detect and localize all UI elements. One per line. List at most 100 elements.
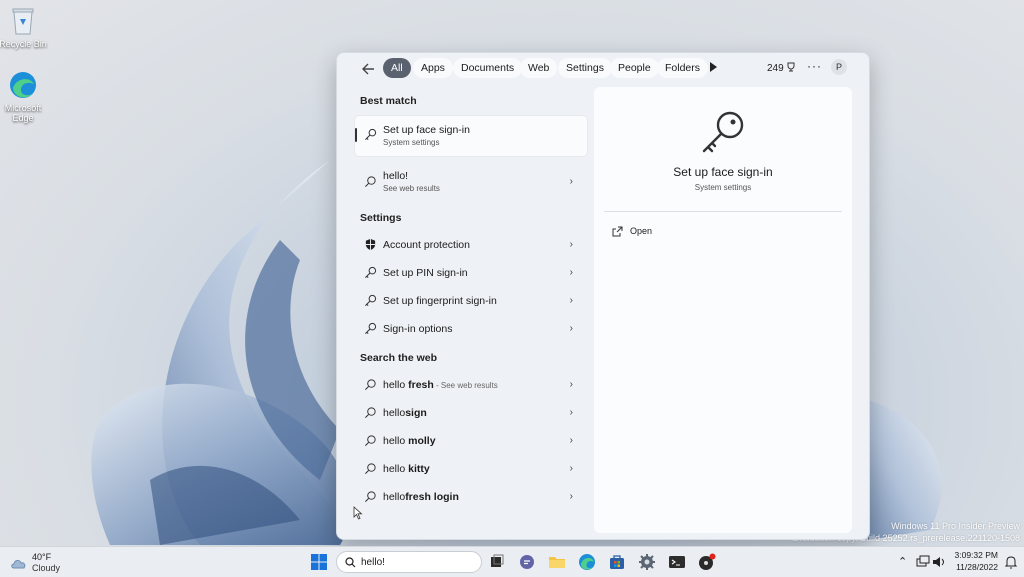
preview-divider <box>604 211 842 212</box>
search-icon <box>365 435 376 446</box>
suggestion-text: hello molly <box>383 435 436 447</box>
tab-people[interactable]: People <box>610 58 659 78</box>
desktop-edge[interactable]: Microsoft Edge <box>0 70 49 123</box>
chevron-right-icon: › <box>569 435 573 446</box>
result-best-match[interactable]: Set up face sign-in System settings <box>355 116 587 156</box>
key-icon <box>365 322 377 334</box>
tab-apps[interactable]: Apps <box>413 58 453 78</box>
chevron-right-icon: › <box>569 295 573 306</box>
web-suggestion[interactable]: hello kitty › <box>355 455 587 481</box>
search-icon <box>365 463 376 474</box>
desktop-recycle-bin[interactable]: Recycle Bin <box>0 6 49 49</box>
result-fingerprint-sign-in[interactable]: Set up fingerprint sign-in › <box>355 287 587 313</box>
web-suggestion[interactable]: hellosign › <box>355 399 587 425</box>
teams-chat-icon[interactable] <box>518 553 536 571</box>
volume-icon[interactable] <box>932 553 946 571</box>
best-match-title: Set up face sign-in <box>383 124 470 136</box>
rewards-points[interactable]: 249 <box>767 62 796 74</box>
settings-heading: Settings <box>360 212 402 224</box>
web-suggestion[interactable]: hello molly › <box>355 427 587 453</box>
key-icon <box>365 294 377 306</box>
taskbar: 40°F Cloudy hello! ⌃ 3:09:32 PM 11/28/20… <box>0 546 1024 577</box>
key-icon <box>365 128 377 140</box>
chevron-right-icon: › <box>569 463 573 474</box>
chevron-right-icon: › <box>569 176 573 187</box>
file-explorer-icon[interactable] <box>548 553 566 571</box>
terminal-icon[interactable] <box>668 553 686 571</box>
chevron-right-icon: › <box>569 407 573 418</box>
chevron-right-icon: › <box>569 323 573 334</box>
recycle-bin-label: Recycle Bin <box>0 39 47 49</box>
recycle-bin-icon <box>12 8 34 35</box>
chevron-right-icon: › <box>569 491 573 502</box>
more-options-button[interactable]: ··· <box>807 59 822 73</box>
weather-widget[interactable]: 40°F Cloudy <box>10 551 80 575</box>
suggestion-text: hello fresh - See web results <box>383 379 498 391</box>
task-view-icon[interactable] <box>488 553 506 571</box>
cloud-icon <box>11 560 26 569</box>
weather-temp: 40°F <box>32 552 52 562</box>
store-icon[interactable] <box>608 553 626 571</box>
best-match-subtitle: System settings <box>383 138 440 147</box>
suggestion-text: hellofresh login <box>383 491 459 503</box>
windows-start-icon[interactable] <box>310 553 328 571</box>
search-icon <box>365 491 376 502</box>
suggestion-text: hello kitty <box>383 463 430 475</box>
web-suggestion[interactable]: hello fresh - See web results › <box>355 371 587 397</box>
setting-label: Sign-in options <box>383 323 453 335</box>
taskbar-search-input[interactable]: hello! <box>336 551 482 573</box>
result-pin-sign-in[interactable]: Set up PIN sign-in › <box>355 259 587 285</box>
tab-web[interactable]: Web <box>520 58 558 78</box>
media-app-icon[interactable] <box>698 553 716 571</box>
chevron-right-icon: › <box>569 379 573 390</box>
edge-icon <box>10 72 36 98</box>
edge-label: Microsoft Edge <box>4 103 42 123</box>
clock-date: 11/28/2022 <box>956 562 998 572</box>
settings-gear-icon[interactable] <box>638 553 656 571</box>
clock-time: 3:09:32 PM <box>954 550 998 560</box>
web-result-subtitle: See web results <box>383 184 440 193</box>
web-suggestion[interactable]: hellofresh login › <box>355 483 587 509</box>
search-icon <box>345 557 356 568</box>
back-arrow-icon[interactable] <box>359 59 379 79</box>
selection-indicator <box>355 128 357 142</box>
key-icon <box>702 111 744 153</box>
preview-title: Set up face sign-in <box>673 165 773 179</box>
result-web-hello[interactable]: hello! See web results › <box>355 165 587 199</box>
key-icon <box>365 266 377 278</box>
mouse-cursor <box>353 506 363 520</box>
tab-settings[interactable]: Settings <box>558 58 612 78</box>
result-sign-in-options[interactable]: Sign-in options › <box>355 315 587 341</box>
trophy-icon <box>787 62 795 72</box>
result-account-protection[interactable]: Account protection › <box>355 231 587 257</box>
setting-label: Set up fingerprint sign-in <box>383 295 497 307</box>
search-icon <box>365 176 376 187</box>
tab-folders[interactable]: Folders <box>657 58 709 78</box>
search-icon <box>365 407 376 418</box>
network-icon[interactable] <box>916 553 930 571</box>
web-result-title: hello! <box>383 170 409 182</box>
system-clock[interactable]: 3:09:32 PM 11/28/2022 <box>954 549 998 573</box>
search-web-heading: Search the web <box>360 352 438 364</box>
preview-subtitle: System settings <box>694 183 752 192</box>
show-hidden-icons-chevron[interactable]: ⌃ <box>898 555 907 568</box>
setting-label: Set up PIN sign-in <box>383 267 468 279</box>
account-avatar[interactable]: P <box>831 59 847 75</box>
weather-condition: Cloudy <box>32 563 61 573</box>
preview-pane: Set up face sign-in System settings Open <box>594 87 852 533</box>
results-list: Best match Set up face sign-in System se… <box>337 85 593 539</box>
filter-bar: All Apps Documents Web Settings People F… <box>337 53 869 83</box>
open-external-icon <box>612 226 623 237</box>
shield-icon <box>365 238 376 251</box>
open-action[interactable]: Open <box>612 224 692 240</box>
more-filters-play-icon[interactable] <box>710 62 717 72</box>
tab-all[interactable]: All <box>383 58 411 78</box>
rewards-count: 249 <box>767 63 784 74</box>
edge-icon[interactable] <box>578 553 596 571</box>
search-icon <box>365 379 376 390</box>
notification-bell-icon[interactable] <box>1004 553 1018 571</box>
open-label: Open <box>630 226 653 236</box>
tab-documents[interactable]: Documents <box>453 58 523 78</box>
best-match-heading: Best match <box>360 95 417 107</box>
search-value: hello! <box>361 557 385 568</box>
